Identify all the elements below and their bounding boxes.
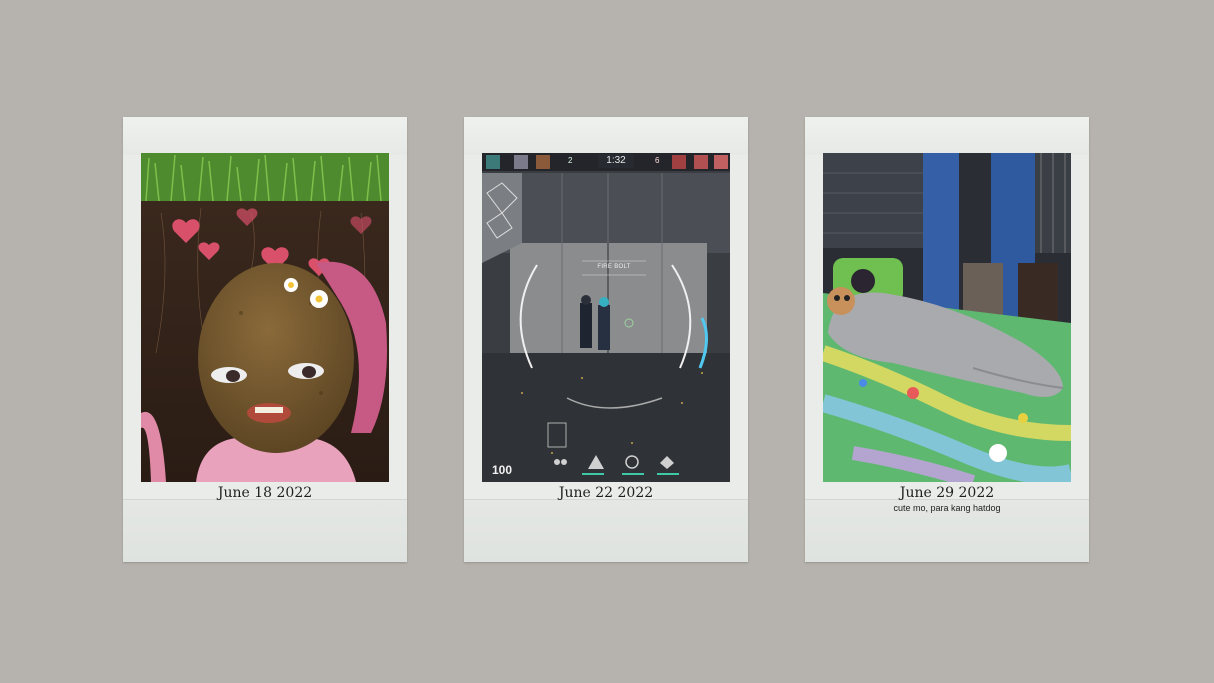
team-score-left: 2 — [568, 156, 573, 165]
caption-date: June 22 2022 — [558, 485, 654, 501]
caption-date: June 18 2022 — [217, 485, 313, 501]
polaroid-3: June 29 2022 cute mo, para kang hatdog — [805, 117, 1089, 562]
caption-date: June 29 2022 — [899, 485, 995, 501]
caption-note: cute mo, para kang hatdog — [893, 503, 1001, 513]
photo-potato-face — [141, 153, 389, 482]
team-score-right: 6 — [655, 156, 660, 165]
photo-game-screenshot: 1:32 2 6 FIRE BOLT 100 — [482, 153, 730, 482]
polaroid-2: 1:32 2 6 FIRE BOLT 100 June 22 2022 — [464, 117, 748, 562]
health-value: 100 — [492, 463, 513, 477]
polaroid-1: June 18 2022 — [123, 117, 407, 562]
ability-label: FIRE BOLT — [597, 264, 631, 270]
game-timer: 1:32 — [598, 154, 634, 168]
photo-sleeping-on-bed — [823, 153, 1071, 482]
